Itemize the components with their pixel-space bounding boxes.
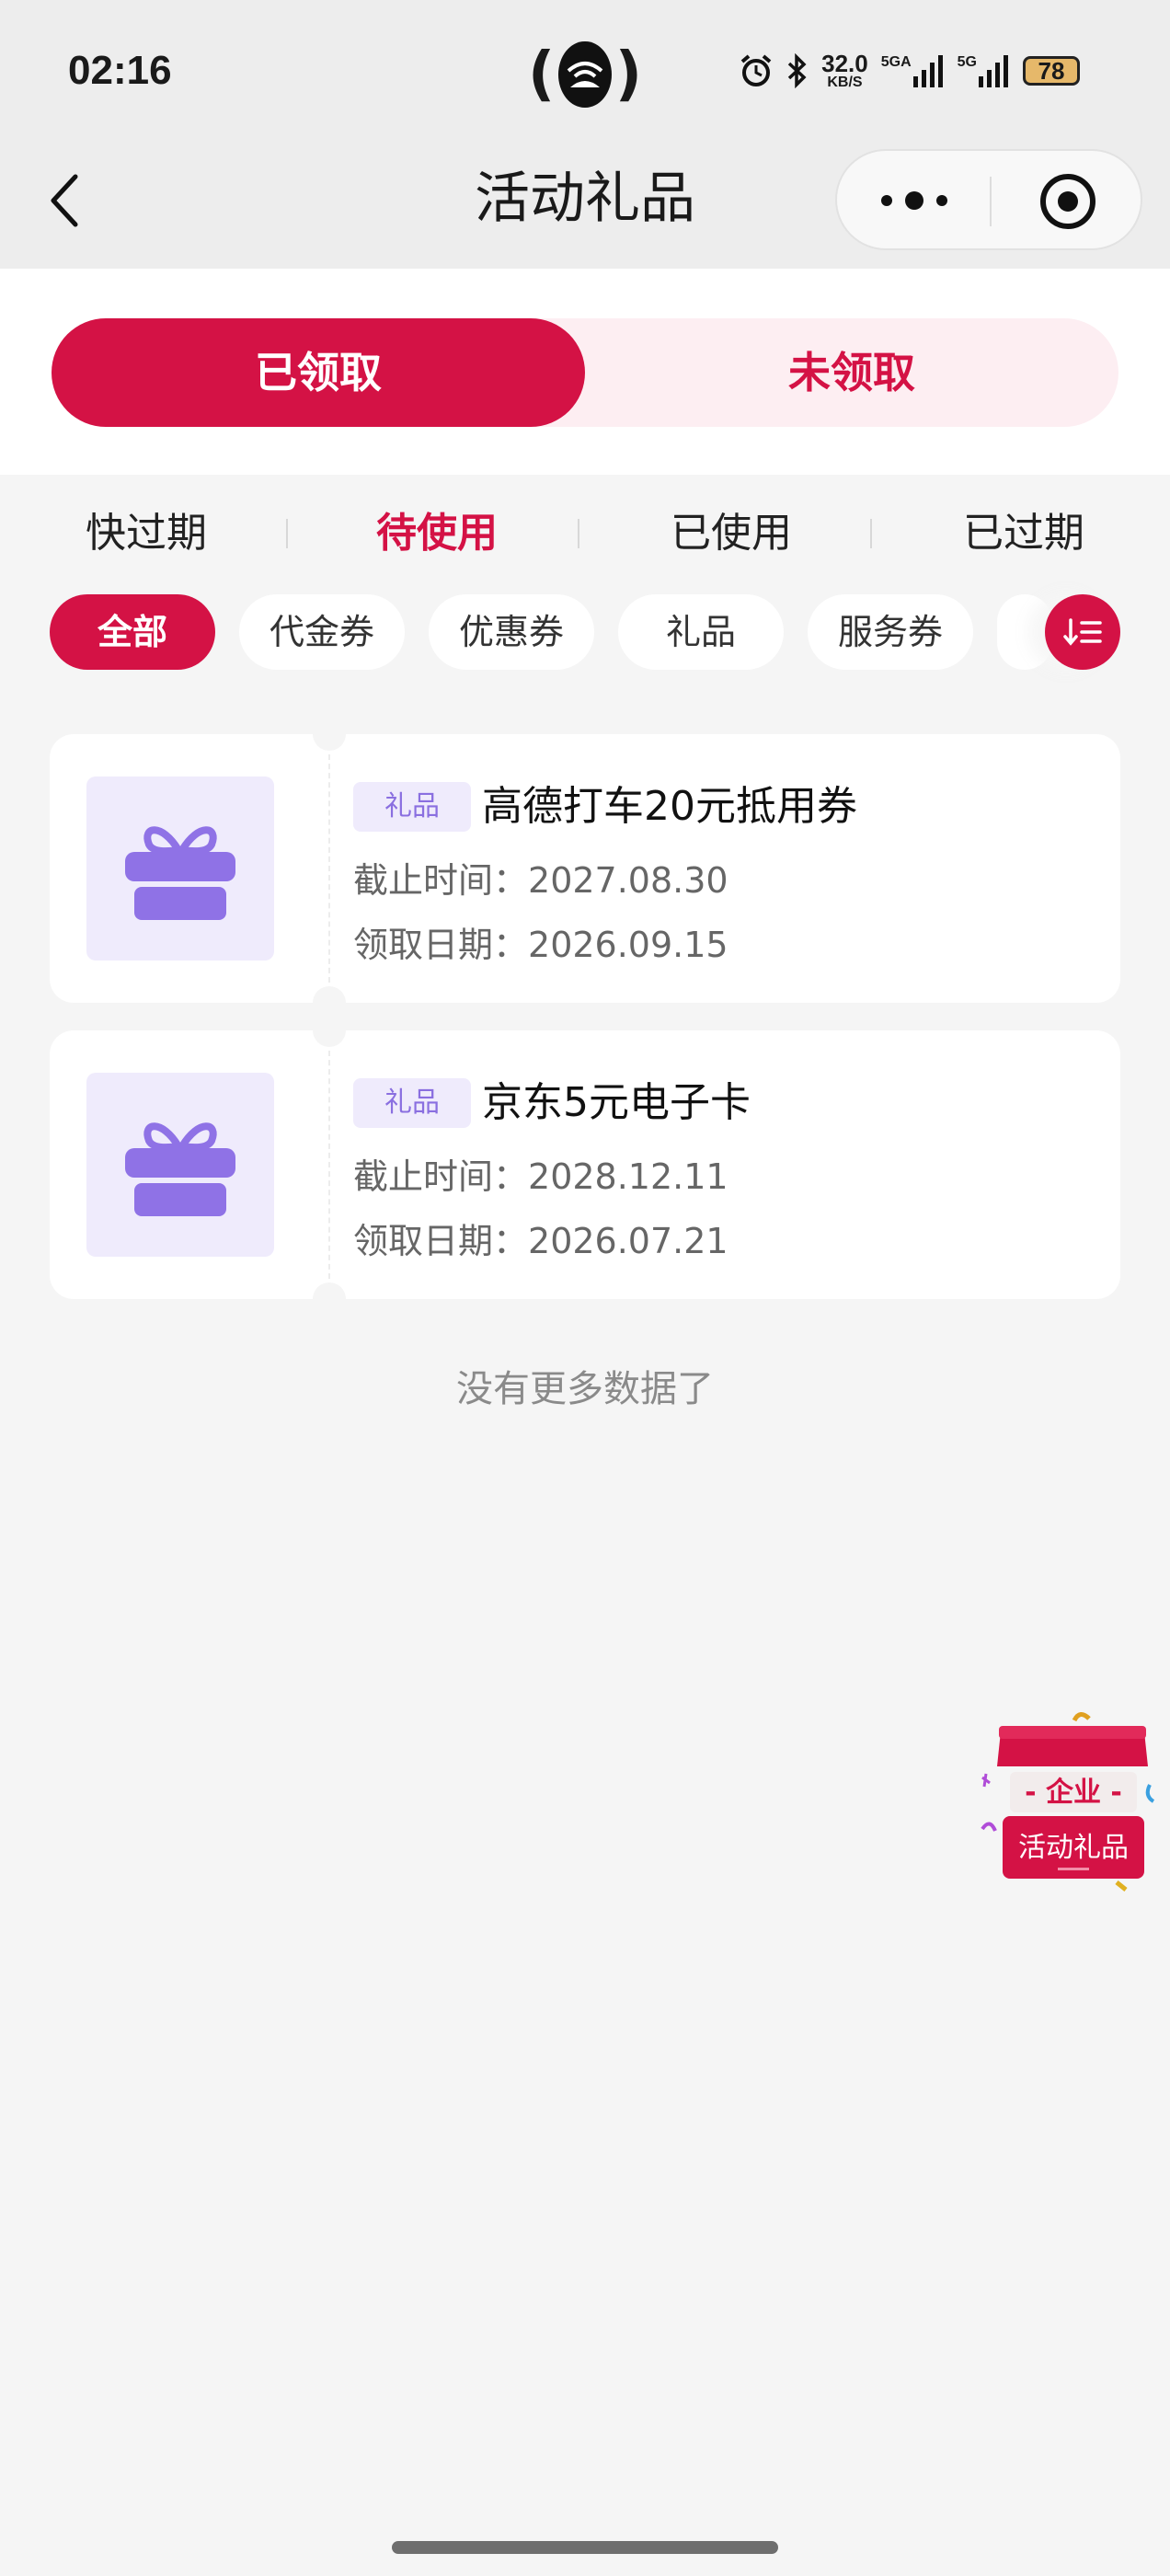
gift-thumbnail [86, 776, 274, 960]
hotspot-icon [558, 41, 612, 108]
gift-tag: 礼品 [353, 782, 471, 832]
filter-chip-overflow[interactable] [997, 594, 1052, 670]
gift-card[interactable]: 礼品 高德打车20元抵用券 截止时间：2027.08.30 领取日期：2026.… [50, 734, 1120, 1003]
close-mini-program-button[interactable] [1038, 171, 1098, 232]
no-more-data-text: 没有更多数据了 [456, 1368, 714, 1410]
received-value: 2026.07.21 [528, 1221, 728, 1261]
ticket-divider [328, 1051, 330, 1279]
tab-expiring[interactable]: 快过期 [86, 497, 207, 570]
ticket-notch [313, 734, 346, 751]
tab-divider [286, 519, 288, 548]
received-row: 领取日期：2026.07.21 [353, 1218, 728, 1264]
more-button[interactable] [878, 184, 951, 217]
deadline-value: 2028.12.11 [528, 1156, 728, 1197]
battery-indicator: 78 [1023, 56, 1080, 86]
status-tabs: 快过期 待使用 已使用 已过期 [0, 497, 1170, 570]
badge-line2: 活动礼品 [1018, 1832, 1129, 1864]
tab-divider [578, 519, 579, 548]
deadline-value: 2027.08.30 [528, 860, 728, 901]
deadline-row: 截止时间：2028.12.11 [353, 1154, 728, 1200]
ticket-notch [313, 986, 346, 1003]
alarm-icon [740, 54, 772, 86]
received-label: 领取日期： [353, 1221, 529, 1261]
gift-thumbnail [86, 1073, 274, 1257]
gift-name: 高德打车20元抵用券 [482, 783, 857, 830]
signal-5g: 5G [958, 54, 1010, 87]
filter-all[interactable]: 全部 [50, 594, 215, 670]
more-dots-icon [881, 191, 947, 210]
received-label: 领取日期： [353, 925, 529, 965]
status-icons: 32.0 KB/S 5GA 5G 78 [739, 52, 1080, 90]
gift-icon [125, 826, 235, 920]
sort-button[interactable] [1045, 594, 1120, 670]
gift-name: 京东5元电子卡 [482, 1079, 751, 1126]
tab-used[interactable]: 已使用 [671, 497, 792, 570]
segment-unreceived[interactable]: 未领取 [585, 318, 1118, 427]
received-row: 领取日期：2026.09.15 [353, 922, 728, 968]
deadline-label: 截止时间： [353, 860, 529, 901]
capsule-divider [990, 177, 992, 226]
enterprise-gift-float-button[interactable]: - 企业 - 活动礼品 [975, 1708, 1159, 1892]
filter-gift[interactable]: 礼品 [618, 594, 784, 670]
bluetooth-icon [787, 53, 807, 88]
badge-line1: - 企业 - [1025, 1777, 1122, 1809]
filter-service[interactable]: 服务券 [808, 594, 973, 670]
ticket-notch [313, 1030, 346, 1047]
ticket-notch [313, 1282, 346, 1299]
gift-tag: 礼品 [353, 1078, 471, 1128]
signal-5ga: 5GA [881, 54, 945, 87]
tab-expired[interactable]: 已过期 [963, 497, 1084, 570]
filter-coupon[interactable]: 优惠券 [429, 594, 594, 670]
gift-card[interactable]: 礼品 京东5元电子卡 截止时间：2028.12.11 领取日期：2026.07.… [50, 1030, 1120, 1299]
sort-icon [1063, 618, 1102, 646]
mini-program-capsule [835, 149, 1142, 250]
segment-received[interactable]: 已领取 [52, 318, 585, 427]
deadline-label: 截止时间： [353, 1156, 529, 1197]
hotspot-indicator: ( ) [528, 40, 642, 109]
target-icon [1040, 174, 1095, 229]
deadline-row: 截止时间：2027.08.30 [353, 857, 728, 903]
net-speed: 32.0 KB/S [821, 50, 868, 90]
gift-icon [125, 1122, 235, 1216]
home-indicator[interactable] [392, 2541, 778, 2554]
tab-divider [870, 519, 872, 548]
status-time: 02:16 [68, 48, 172, 93]
ticket-divider [328, 754, 330, 983]
gift-box-badge-icon: - 企业 - 活动礼品 [981, 1712, 1155, 1892]
tab-to-use[interactable]: 待使用 [376, 497, 498, 570]
filter-voucher[interactable]: 代金券 [239, 594, 405, 670]
received-value: 2026.09.15 [528, 925, 728, 965]
